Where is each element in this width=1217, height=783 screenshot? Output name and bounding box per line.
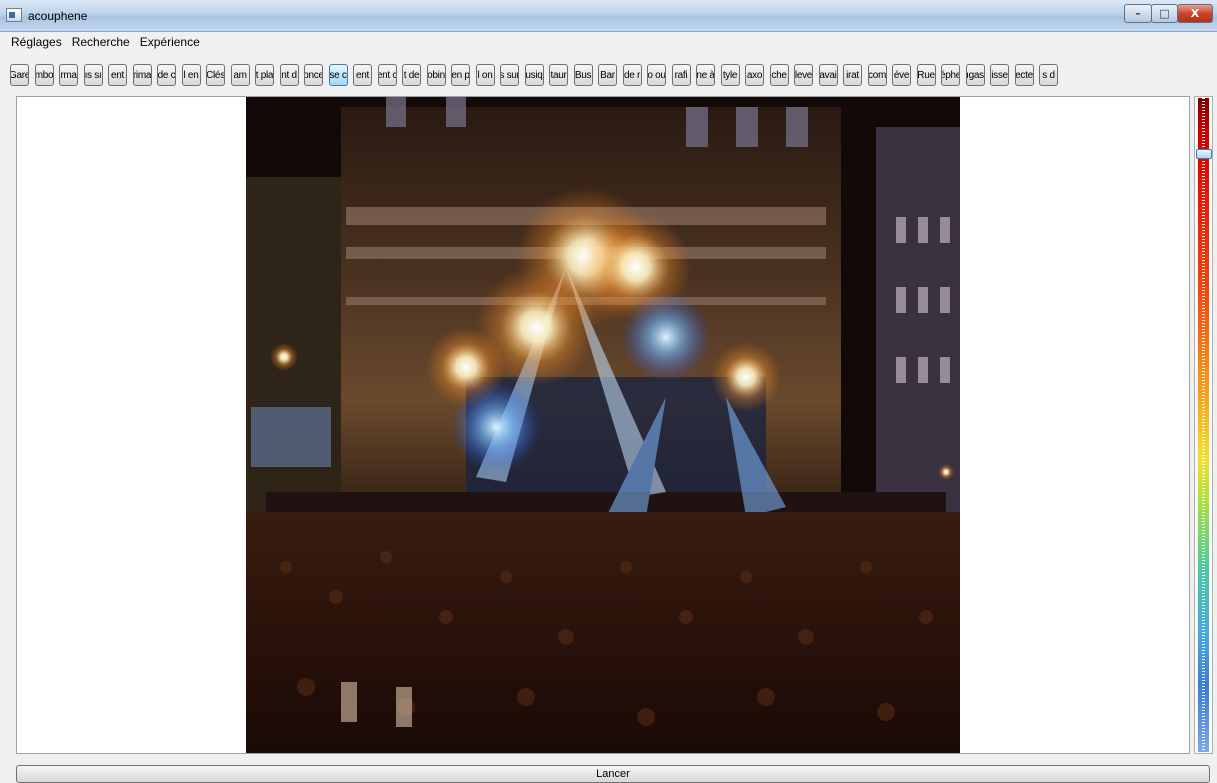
tag-button[interactable]: com (867, 64, 887, 86)
menu-bar: Réglages Recherche Expérience (0, 32, 1217, 52)
tag-button[interactable]: de c (157, 64, 176, 86)
tag-button[interactable]: nt d (279, 64, 299, 86)
window-title: acouphene (28, 9, 88, 23)
tag-button[interactable]: che (769, 64, 789, 86)
tag-button[interactable]: isse (990, 64, 1009, 86)
lancer-button[interactable]: Lancer (16, 765, 1210, 783)
tag-button[interactable]: axo (745, 64, 764, 86)
maximize-button[interactable]: □ (1151, 4, 1178, 23)
slider-track (1198, 98, 1209, 752)
tag-button[interactable]: en p (451, 64, 470, 86)
tag-button[interactable]: usiq (524, 64, 544, 86)
tag-button[interactable]: éphe (941, 64, 960, 86)
tag-button[interactable]: l on (475, 64, 495, 86)
color-scale-slider[interactable] (1194, 96, 1213, 754)
concert-photo (246, 97, 960, 753)
minimize-button[interactable]: – (1124, 4, 1152, 23)
tag-button[interactable]: ecte (1014, 64, 1034, 86)
tag-button[interactable]: rafi (671, 64, 691, 86)
tag-button[interactable]: ent (108, 64, 127, 86)
tag-button[interactable]: se c (328, 64, 348, 86)
tag-button-bar: Gare mbo rma ıs sı ent rima de cl en Clés am t pl… (10, 60, 1217, 90)
tag-button[interactable]: Bar (598, 64, 617, 86)
tag-button[interactable]: ıs sı (83, 64, 103, 86)
menu-recherche[interactable]: Recherche (67, 32, 135, 52)
app-icon (6, 8, 22, 22)
tag-button[interactable]: ıgas (965, 64, 985, 86)
tag-button[interactable]: obin (426, 64, 446, 86)
tag-button[interactable]: Clés (206, 64, 225, 86)
menu-experience[interactable]: Expérience (135, 32, 205, 52)
tag-button[interactable]: ne à (696, 64, 715, 86)
tag-button[interactable]: avai (818, 64, 838, 86)
close-button[interactable]: X (1177, 4, 1213, 23)
tag-button[interactable]: t pla (255, 64, 274, 86)
tag-button[interactable]: Bus (573, 64, 593, 86)
tag-button[interactable]: l en (181, 64, 201, 86)
menu-reglages[interactable]: Réglages (6, 32, 67, 52)
tag-button[interactable]: o ou (647, 64, 666, 86)
tag-button[interactable]: ent c (377, 64, 397, 86)
tag-button[interactable]: Rue (916, 64, 936, 86)
tag-button[interactable]: leve (794, 64, 813, 86)
tag-button[interactable]: t de (402, 64, 421, 86)
tag-button[interactable]: am (230, 64, 250, 86)
slider-handle[interactable] (1196, 149, 1212, 159)
tag-button[interactable]: mbo (34, 64, 54, 86)
tag-button[interactable]: de r (622, 64, 642, 86)
image-view (16, 96, 1190, 754)
tag-button[interactable]: s sur (500, 64, 519, 86)
tag-button[interactable]: éve (892, 64, 911, 86)
tag-button[interactable]: Gare (10, 64, 29, 86)
tag-button[interactable]: once (304, 64, 323, 86)
tag-button[interactable]: rma (59, 64, 78, 86)
tag-button[interactable]: tyle (720, 64, 740, 86)
tag-button[interactable]: taur (549, 64, 568, 86)
tag-button[interactable]: rima (132, 64, 152, 86)
tag-button[interactable]: ent (353, 64, 372, 86)
tag-button[interactable]: irat (843, 64, 862, 86)
tag-button[interactable]: s d (1039, 64, 1058, 86)
title-bar: acouphene – □ X (0, 0, 1217, 32)
